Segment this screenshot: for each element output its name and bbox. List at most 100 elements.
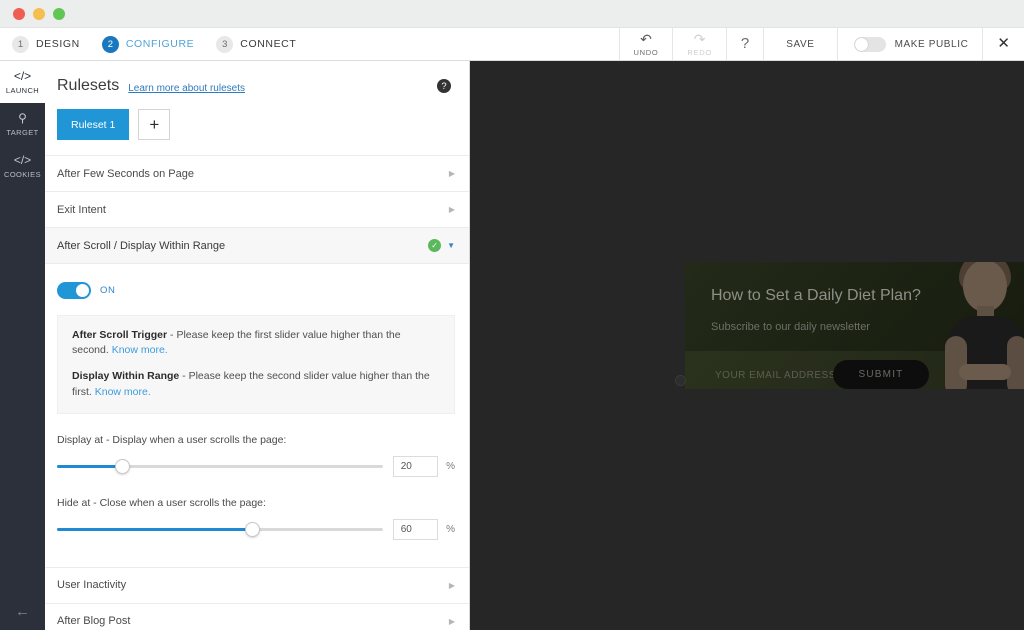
toggle-state-label: ON — [100, 285, 116, 296]
step-label: CONNECT — [240, 38, 297, 50]
zoom-window-button[interactable] — [53, 7, 65, 20]
info-box: After Scroll Trigger - Please keep the f… — [57, 315, 455, 414]
popup-subtitle: Subscribe to our daily newsletter — [711, 321, 870, 333]
rail-item-target[interactable]: ⚲ TARGET — [0, 103, 45, 145]
question-mark-icon: ? — [740, 35, 750, 52]
step-configure[interactable]: 2 CONFIGURE — [101, 35, 216, 53]
model-arm-left — [945, 336, 967, 389]
popup-submit-button[interactable]: SUBMIT — [833, 360, 929, 389]
app-window: 1 DESIGN 2 CONFIGURE 3 CONNECT ↶ UNDO ↷ … — [0, 0, 1024, 630]
accordion-right: ▶ — [449, 205, 455, 214]
popup-model-photo — [933, 262, 1024, 389]
accordion-row-after-few-seconds[interactable]: After Few Seconds on Page ▶ — [45, 155, 469, 192]
learn-more-link[interactable]: Learn more about rulesets — [128, 83, 245, 94]
undo-button[interactable]: ↶ UNDO — [618, 28, 673, 60]
display-at-value-input[interactable]: 20 — [392, 455, 439, 477]
back-arrow-icon[interactable]: ← — [0, 603, 45, 620]
ruleset-tab-1[interactable]: Ruleset 1 — [57, 109, 130, 140]
step-design[interactable]: 1 DESIGN — [12, 35, 102, 53]
accordion-row-after-blog-post[interactable]: After Blog Post ▶ — [45, 602, 469, 630]
chevron-right-icon: ▶ — [448, 169, 455, 178]
rail-item-launch[interactable]: </> LAUNCH — [0, 61, 45, 103]
left-rail: </> LAUNCH ⚲ TARGET </> COOKIES ← — [0, 61, 45, 630]
after-scroll-content: ON After Scroll Trigger - Please keep th… — [45, 264, 469, 546]
accordion-row-after-scroll[interactable]: After Scroll / Display Within Range ✓ ▼ — [45, 227, 469, 264]
accordion-label: After Blog Post — [57, 615, 131, 628]
close-icon: ✕ — [997, 35, 1010, 52]
info-title: Display Within Range — [72, 370, 180, 383]
popup-preview[interactable]: How to Set a Daily Diet Plan? Subscribe … — [685, 262, 1024, 389]
hide-at-value-input[interactable]: 60 — [392, 518, 439, 540]
slider-label: Display at - Display when a user scrolls… — [57, 433, 287, 446]
know-more-link[interactable]: Know more. — [112, 344, 168, 356]
slider-fill — [57, 527, 253, 531]
top-toolbar: 1 DESIGN 2 CONFIGURE 3 CONNECT ↶ UNDO ↷ … — [0, 28, 1024, 61]
close-window-button[interactable] — [13, 7, 25, 20]
main-body: </> LAUNCH ⚲ TARGET </> COOKIES ← Rulese… — [0, 61, 1024, 630]
accordion-label: Exit Intent — [57, 203, 106, 216]
percent-unit: % — [446, 523, 455, 535]
rail-item-cookies[interactable]: </> COOKIES — [0, 145, 45, 187]
hide-at-slider[interactable] — [57, 520, 383, 538]
add-ruleset-button[interactable]: + — [138, 109, 171, 140]
info-line-after-scroll-trigger: After Scroll Trigger - Please keep the f… — [72, 328, 440, 358]
toolbar-actions: ↶ UNDO ↷ REDO ? SAVE MAKE PUBLIC ✕ — [618, 28, 1024, 60]
help-button[interactable]: ? — [725, 28, 763, 60]
code-brackets-icon: </> — [13, 69, 32, 83]
close-editor-button[interactable]: ✕ — [982, 28, 1024, 60]
code-brackets-icon: </> — [13, 153, 32, 167]
minimize-window-button[interactable] — [33, 7, 45, 20]
accordion-row-exit-intent[interactable]: Exit Intent ▶ — [45, 191, 469, 228]
person-target-icon: ⚲ — [18, 111, 27, 125]
step-number: 3 — [216, 35, 234, 53]
rail-item-label: TARGET — [6, 128, 39, 137]
redo-button[interactable]: ↷ REDO — [672, 28, 725, 60]
step-number: 2 — [101, 35, 119, 53]
slider-block-display-at: Display at - Display when a user scrolls… — [57, 414, 455, 477]
make-public-control[interactable]: MAKE PUBLIC — [836, 28, 983, 60]
know-more-link[interactable]: Know more. — [95, 386, 151, 398]
rail-item-label: LAUNCH — [5, 86, 40, 95]
accordion-row-user-inactivity[interactable]: User Inactivity ▶ — [45, 566, 469, 604]
slider-row: 20 % — [57, 455, 455, 477]
model-head — [963, 262, 1007, 312]
display-at-slider[interactable] — [57, 457, 383, 475]
accordion-right: ▶ — [449, 617, 455, 626]
enable-rule-toggle[interactable] — [57, 282, 91, 299]
popup-email-input[interactable]: YOUR EMAIL ADDRESS — [715, 370, 836, 381]
step-label: CONFIGURE — [125, 38, 195, 50]
percent-unit: % — [446, 460, 455, 472]
make-public-label: MAKE PUBLIC — [894, 38, 969, 50]
accordion-label: After Scroll / Display Within Range — [57, 239, 226, 252]
accordion-right: ✓ ▼ — [428, 239, 455, 252]
undo-arrow-icon: ↶ — [640, 30, 652, 47]
model-hands — [959, 364, 1011, 380]
undo-label: UNDO — [633, 47, 659, 57]
chevron-right-icon: ▶ — [448, 616, 455, 626]
toggle-knob — [76, 284, 89, 297]
enable-rule-control: ON — [57, 282, 455, 315]
step-label: DESIGN — [36, 38, 80, 50]
config-panel: Rulesets Learn more about rulesets ? Rul… — [45, 61, 470, 630]
popup-resize-handle[interactable] — [675, 375, 686, 386]
slider-row: 60 % — [57, 518, 455, 540]
chevron-right-icon: ▶ — [448, 580, 455, 590]
save-label: SAVE — [786, 38, 815, 50]
help-icon[interactable]: ? — [437, 79, 451, 93]
accordion-label: User Inactivity — [57, 579, 127, 592]
submit-label: SUBMIT — [858, 369, 904, 380]
window-chrome — [0, 0, 1024, 28]
redo-label: REDO — [687, 47, 712, 57]
accordion-label: After Few Seconds on Page — [57, 167, 194, 180]
slider-thumb[interactable] — [115, 458, 131, 474]
slider-thumb[interactable] — [245, 521, 261, 537]
save-button[interactable]: SAVE — [763, 28, 836, 60]
info-line-display-within-range: Display Within Range - Please keep the s… — [72, 369, 440, 399]
slider-label: Hide at - Close when a user scrolls the … — [57, 496, 266, 509]
step-number: 1 — [12, 35, 29, 53]
step-connect[interactable]: 3 CONNECT — [216, 35, 318, 53]
make-public-toggle[interactable] — [853, 36, 886, 52]
slider-block-hide-at: Hide at - Close when a user scrolls the … — [57, 477, 455, 540]
chevron-right-icon: ▶ — [448, 205, 455, 214]
